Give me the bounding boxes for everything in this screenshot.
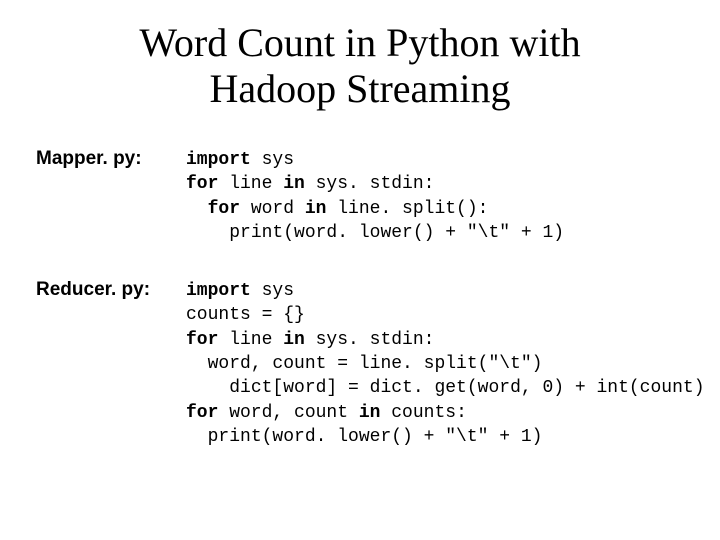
indent: [186, 378, 229, 398]
kw-for: for: [186, 403, 218, 423]
code-text: dict[word] = dict. get(word, 0) + int(co…: [229, 378, 704, 398]
mapper-label: Mapper. py:: [30, 148, 186, 170]
code-text: sys. stdin:: [305, 174, 435, 194]
code-text: sys: [251, 281, 294, 301]
code-text: counts = {}: [186, 305, 305, 325]
kw-in: in: [283, 330, 305, 350]
mapper-code: import sys for line in sys. stdin: for w…: [186, 148, 564, 245]
code-text: sys. stdin:: [305, 330, 435, 350]
kw-for: for: [208, 199, 240, 219]
kw-in: in: [305, 199, 327, 219]
code-text: sys: [251, 150, 294, 170]
indent: [186, 427, 208, 447]
code-text: line. split():: [326, 199, 488, 219]
code-text: word: [240, 199, 305, 219]
code-text: counts:: [380, 403, 466, 423]
code-text: line: [218, 174, 283, 194]
indent: [186, 223, 229, 243]
title-line-2: Hadoop Streaming: [209, 66, 510, 111]
code-text: line: [218, 330, 283, 350]
code-text: word, count: [218, 403, 358, 423]
code-text: print(word. lower() + "\t" + 1): [229, 223, 564, 243]
title-line-1: Word Count in Python with: [139, 20, 580, 65]
kw-for: for: [186, 174, 218, 194]
reducer-code: import sys counts = {} for line in sys. …: [186, 279, 705, 449]
indent: [186, 354, 208, 374]
code-text: print(word. lower() + "\t" + 1): [208, 427, 543, 447]
mapper-row: Mapper. py: import sys for line in sys. …: [30, 148, 690, 245]
kw-import: import: [186, 281, 251, 301]
kw-in: in: [359, 403, 381, 423]
kw-for: for: [186, 330, 218, 350]
slide-title: Word Count in Python with Hadoop Streami…: [30, 20, 690, 112]
kw-in: in: [283, 174, 305, 194]
code-text: word, count = line. split("\t"): [208, 354, 543, 374]
indent: [186, 199, 208, 219]
reducer-row: Reducer. py: import sys counts = {} for …: [30, 279, 690, 449]
slide: Word Count in Python with Hadoop Streami…: [0, 0, 720, 540]
kw-import: import: [186, 150, 251, 170]
reducer-label: Reducer. py:: [30, 279, 186, 301]
